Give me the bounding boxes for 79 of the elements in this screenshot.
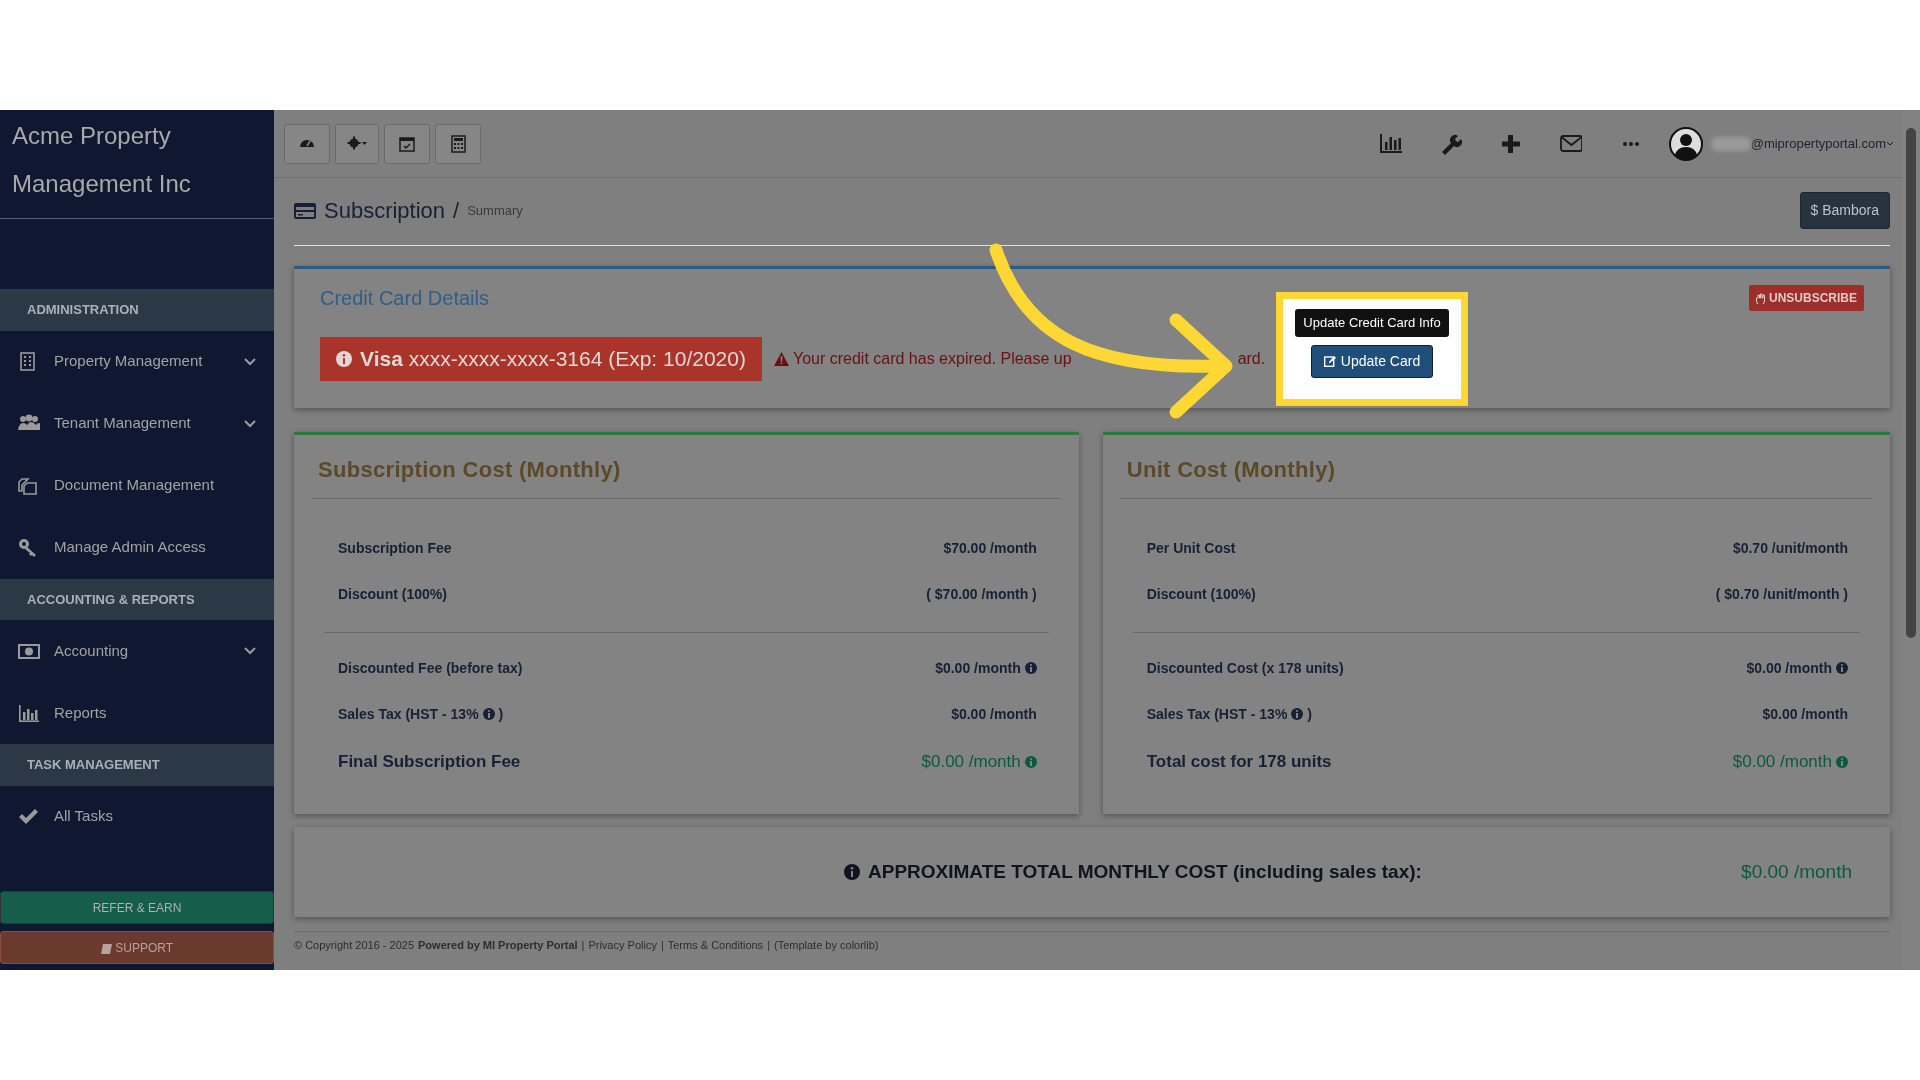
update-card-button[interactable]: Update Card: [1310, 344, 1434, 378]
row-label: Total cost for 178 units: [1146, 751, 1332, 774]
powered-by-text: Powered by MI Property Portal: [418, 938, 578, 953]
refer-button[interactable]: REFER & EARN: [0, 891, 274, 924]
footer-link[interactable]: Terms & Conditions: [667, 937, 764, 954]
info-icon: [336, 350, 352, 367]
settings-button[interactable]: [335, 123, 379, 164]
row-label: Per Unit Cost: [1146, 538, 1236, 558]
support-button[interactable]: SUPPORT: [0, 931, 274, 964]
caret-icon: [1886, 140, 1894, 147]
calendar-icon: [398, 134, 416, 153]
card-number: Visa xxxx-xxxx-xxxx-3164 (Exp: 10/2020): [360, 346, 746, 372]
row-value: $0.00 /month: [951, 704, 1037, 724]
sidebar-item[interactable]: Property Management: [0, 330, 274, 393]
row-value: ( $70.00 /month ): [926, 584, 1037, 604]
page-title: Subscription: [324, 197, 446, 225]
row-value: ( $0.70 /unit/month ): [1715, 584, 1848, 604]
footer-divider: |: [767, 938, 770, 953]
footer-link[interactable]: Privacy Policy: [588, 937, 657, 954]
row-value: $0.00 /month: [921, 749, 1037, 775]
footer-divider: |: [660, 938, 664, 953]
more-icon: [1622, 142, 1639, 147]
check-icon: [18, 807, 40, 826]
row-label: Final Subscription Fee: [338, 751, 521, 774]
sidebar-item[interactable]: Manage Admin Access: [0, 516, 274, 579]
credit-card-icon: [294, 201, 316, 220]
section-heading: ACCOUNTING & REPORTS: [0, 578, 274, 620]
avatar-icon: [1668, 126, 1703, 161]
gear-icon: [346, 134, 368, 153]
row-value: $0.00 /month: [1762, 704, 1848, 724]
bar-chart-button[interactable]: [1379, 131, 1402, 156]
footer-divider: |: [581, 938, 585, 953]
toolbar-button[interactable]: [435, 123, 481, 164]
card-title: Unit Cost (Monthly): [1120, 435, 1872, 499]
warning-text: ard.: [1237, 348, 1266, 369]
row-value: $70.00 /month: [943, 538, 1037, 558]
sidebar-item[interactable]: Reports: [0, 682, 274, 744]
card-title: Subscription Cost (Monthly): [312, 435, 1061, 499]
total-value: $0.00 /month: [1741, 859, 1852, 884]
gateway-button[interactable]: $ Bambora: [1799, 192, 1890, 229]
row-value: $0.00 /month: [935, 657, 1037, 679]
user-menu[interactable]: @mipropertyportal.com: [1710, 133, 1894, 154]
row-label: Discount (100%): [1146, 584, 1256, 604]
warning-icon: [773, 351, 789, 366]
copyright-text: © Copyright 2016 - 2025: [294, 938, 414, 953]
calculator-icon: [449, 134, 467, 153]
row-label: Sales Tax (HST - 13% ): [338, 704, 504, 724]
sidebar-item[interactable]: All Tasks: [0, 785, 274, 848]
row-label: Discount (100%): [338, 584, 447, 604]
plus-icon: [1499, 133, 1522, 156]
row-label: Subscription Fee: [338, 538, 452, 558]
unsubscribe-button[interactable]: UNSUBSCRIBE: [1748, 285, 1864, 311]
tooltip: Update Credit Card Info: [1295, 309, 1449, 337]
row-value: $0.00 /month: [1746, 657, 1848, 679]
edit-icon: [1323, 355, 1336, 367]
warning-text: Your credit card has expired. Please up: [792, 348, 1072, 369]
row-value: $0.00 /month: [1732, 749, 1848, 775]
money-icon: [18, 641, 40, 661]
documents-icon: [18, 476, 40, 495]
card-title: Credit Card Details: [320, 286, 489, 311]
row-label: Sales Tax (HST - 13% ): [1146, 704, 1312, 724]
toolbar-button[interactable]: [384, 123, 430, 164]
toolbar-button[interactable]: [284, 123, 330, 164]
sidebar-item[interactable]: Document Management: [0, 454, 274, 517]
row-value: $0.70 /unit/month: [1732, 538, 1848, 558]
row-label: Discounted Cost (x 178 units): [1146, 658, 1344, 678]
scrollbar-thumb[interactable]: [1906, 128, 1916, 638]
bar-chart-icon: [1379, 133, 1402, 156]
breadcrumb-separator: /: [453, 197, 460, 225]
users-icon: [18, 414, 40, 433]
sidebar-item[interactable]: Accounting: [0, 620, 274, 682]
template-credit: (Template by colorlib): [774, 938, 879, 953]
row-label: Discounted Fee (before tax): [338, 658, 523, 678]
section-heading: TASK MANAGEMENT: [0, 744, 274, 786]
section-heading: ADMINISTRATION: [0, 289, 274, 331]
info-icon: [844, 864, 860, 880]
bar-chart-icon: [18, 703, 40, 723]
sidebar-item[interactable]: Tenant Management: [0, 392, 274, 455]
total-label: APPROXIMATE TOTAL MONTHLY COST (including sales tax):: [844, 857, 1422, 887]
